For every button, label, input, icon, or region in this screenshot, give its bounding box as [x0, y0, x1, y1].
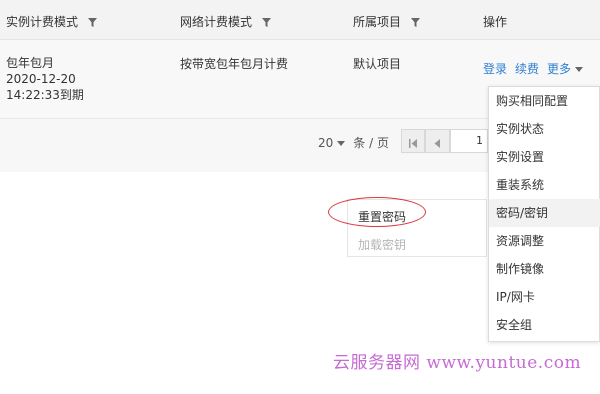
project-cell: 默认项目	[353, 57, 402, 71]
header-project[interactable]: 所属项目	[353, 13, 420, 30]
filter-icon[interactable]	[87, 16, 97, 30]
menu-item-buy-same-config[interactable]: 购买相同配置	[489, 87, 600, 115]
header-actions: 操作	[483, 13, 507, 30]
menu-item-create-image[interactable]: 制作镜像	[489, 255, 600, 283]
header-instance-billing-label: 实例计费模式	[6, 15, 79, 29]
per-page-label: 条 / 页	[353, 136, 389, 150]
load-key-item[interactable]: 加载密钥	[358, 236, 406, 253]
login-link[interactable]: 登录	[483, 62, 507, 76]
network-billing-cell: 按带宽包年包月计费	[180, 57, 289, 71]
row-actions: 登录 续费 更多	[483, 60, 584, 77]
filter-icon[interactable]	[410, 16, 420, 30]
chevron-down-icon	[337, 141, 346, 146]
menu-item-reinstall-system[interactable]: 重装系统	[489, 171, 600, 199]
more-label: 更多	[547, 62, 572, 76]
renew-link[interactable]: 续费	[515, 62, 539, 76]
menu-item-instance-settings[interactable]: 实例设置	[489, 143, 600, 171]
instance-billing-mode: 包年包月	[6, 56, 55, 70]
more-actions-menu: 购买相同配置 实例状态 实例设置 重装系统 密码/密钥 资源调整 制作镜像 IP…	[488, 86, 600, 342]
instance-billing-cell: 包年包月 2020-12-20 14:22:33到期	[6, 55, 84, 103]
page-size-selector[interactable]: 20 条 / 页	[318, 134, 389, 151]
header-project-label: 所属项目	[353, 15, 402, 29]
header-network-billing-label: 网络计费模式	[180, 15, 253, 29]
header-network-billing[interactable]: 网络计费模式	[180, 13, 271, 30]
chevron-down-icon	[575, 67, 584, 72]
watermark: 云服务器网 www.yuntue.com	[333, 353, 582, 373]
expire-date: 2020-12-20	[6, 72, 76, 86]
header-actions-label: 操作	[483, 15, 508, 29]
menu-item-password-key[interactable]: 密码/密钥	[489, 199, 600, 227]
first-page-button[interactable]	[401, 129, 425, 153]
page-number-input[interactable]: 1	[450, 129, 488, 153]
menu-item-instance-status[interactable]: 实例状态	[489, 115, 600, 143]
filter-icon[interactable]	[261, 16, 271, 30]
highlight-circle	[328, 197, 426, 227]
table-header: 实例计费模式 网络计费模式 所属项目 操作	[0, 0, 600, 40]
menu-item-ip-nic[interactable]: IP/网卡	[489, 283, 600, 311]
header-instance-billing[interactable]: 实例计费模式	[6, 13, 97, 30]
menu-item-security-group[interactable]: 安全组	[489, 311, 600, 339]
more-button[interactable]: 更多	[547, 62, 584, 76]
first-page-icon	[409, 137, 418, 151]
page-size-value: 20	[318, 136, 334, 150]
expire-time: 14:22:33到期	[6, 88, 84, 102]
menu-item-resource-adjust[interactable]: 资源调整	[489, 227, 600, 255]
prev-page-button[interactable]	[425, 129, 450, 153]
prev-page-icon	[434, 137, 441, 151]
